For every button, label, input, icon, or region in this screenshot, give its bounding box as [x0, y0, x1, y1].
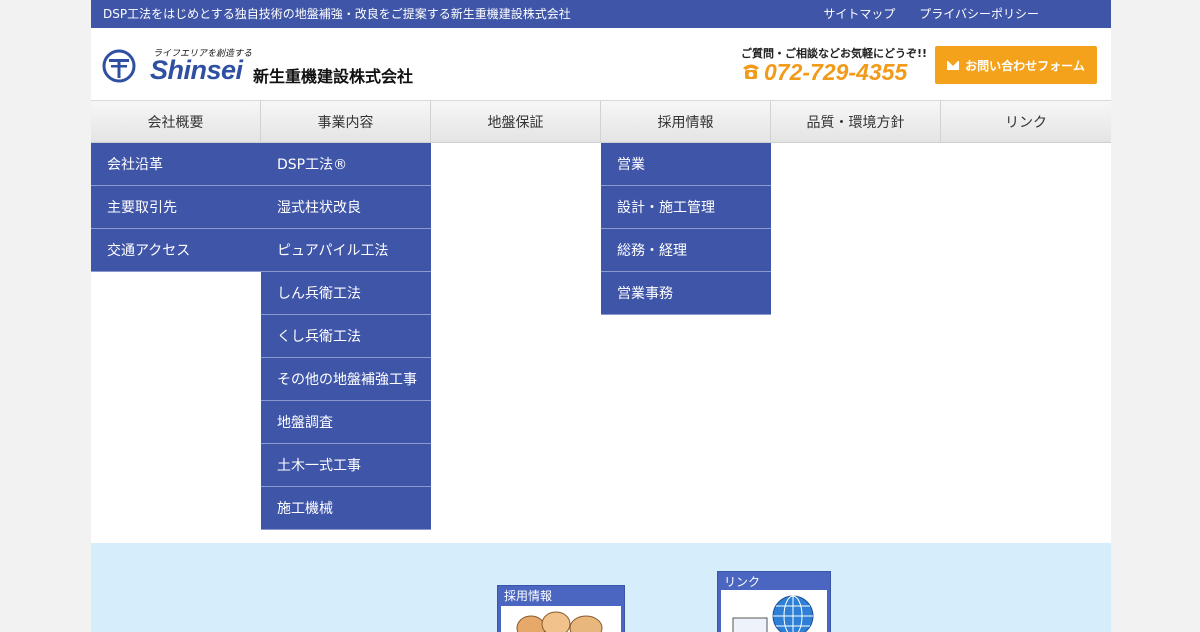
top-bar: DSP工法をはじめとする独自技術の地盤補強・改良をご提案する新生重機建設株式会社…	[91, 0, 1111, 28]
company-name: 新生重機建設株式会社	[253, 67, 414, 86]
phone-number-text: 072-729-4355	[764, 59, 908, 85]
dropdown-item-ground-survey[interactable]: 地盤調査	[261, 401, 431, 444]
nav-item-recruit[interactable]: 採用情報	[601, 101, 771, 143]
top-links: サイトマップ プライバシーポリシー	[803, 5, 1039, 22]
dropdown-item-civil-works[interactable]: 土木一式工事	[261, 444, 431, 487]
page: DSP工法をはじめとする独自技術の地盤補強・改良をご提案する新生重機建設株式会社…	[91, 0, 1111, 632]
logo-brand: Shinsei	[150, 55, 243, 85]
banner-area: 採用情報 リンク	[91, 543, 1111, 632]
phone-number[interactable]: 072-729-4355	[741, 59, 907, 86]
contact-info: ご質問・ご相談などお気軽にどうぞ!! 072-729-4355	[741, 45, 927, 86]
company-dropdown: 会社沿革 主要取引先 交通アクセス	[91, 143, 261, 272]
nav-item-company[interactable]: 会社概要	[91, 101, 261, 143]
dropdown-item-clients[interactable]: 主要取引先	[91, 186, 261, 229]
mail-icon	[947, 60, 960, 70]
dropdown-item-dsp[interactable]: DSP工法®	[261, 143, 431, 186]
dropdown-item-kushibee[interactable]: くし兵衛工法	[261, 315, 431, 358]
dropdown-item-history[interactable]: 会社沿革	[91, 143, 261, 186]
dropdown-item-general-affairs[interactable]: 総務・経理	[601, 229, 771, 272]
contact-form-button-label: お問い合わせフォーム	[965, 58, 1085, 73]
contact-form-button[interactable]: お問い合わせフォーム	[935, 46, 1097, 84]
phone-icon	[743, 64, 759, 79]
nav-item-business[interactable]: 事業内容	[261, 101, 431, 143]
dropdown-item-shinbee[interactable]: しん兵衛工法	[261, 272, 431, 315]
sitemap-link[interactable]: サイトマップ	[823, 7, 895, 21]
links-banner[interactable]: リンク	[717, 571, 831, 632]
recruit-banner[interactable]: 採用情報	[497, 585, 625, 632]
recruit-dropdown: 営業 設計・施工管理 総務・経理 営業事務	[601, 143, 771, 315]
dropdown-item-access[interactable]: 交通アクセス	[91, 229, 261, 272]
privacy-policy-link[interactable]: プライバシーポリシー	[919, 7, 1039, 21]
dropdown-item-sales-office[interactable]: 営業事務	[601, 272, 771, 315]
dropdown-item-wet-column[interactable]: 湿式柱状改良	[261, 186, 431, 229]
recruit-banner-title: 採用情報	[504, 589, 553, 603]
business-dropdown: DSP工法® 湿式柱状改良 ピュアパイル工法 しん兵衛工法 くし兵衛工法 その他…	[261, 143, 431, 530]
site-tagline: DSP工法をはじめとする独自技術の地盤補強・改良をご提案する新生重機建設株式会社	[103, 7, 571, 21]
globe-computer-icon	[732, 595, 814, 632]
people-illustration-icon	[516, 611, 603, 632]
dropdown-item-sales[interactable]: 営業	[601, 143, 771, 186]
dropdown-item-machinery[interactable]: 施工機械	[261, 487, 431, 530]
shinsei-logo-icon	[102, 49, 136, 83]
dropdown-item-pure-pile[interactable]: ピュアパイル工法	[261, 229, 431, 272]
header: ライフエリアを創造する Shinsei 新生重機建設株式会社 ご質問・ご相談など…	[91, 28, 1111, 100]
links-banner-image	[721, 590, 827, 632]
nav-item-links[interactable]: リンク	[941, 101, 1111, 143]
recruit-banner-image	[501, 606, 621, 632]
logo[interactable]: ライフエリアを創造する Shinsei 新生重機建設株式会社	[101, 44, 451, 88]
nav-item-ground-guarantee[interactable]: 地盤保証	[431, 101, 601, 143]
dropdown-item-other-ground[interactable]: その他の地盤補強工事	[261, 358, 431, 401]
nav-item-quality-policy[interactable]: 品質・環境方針	[771, 101, 941, 143]
links-banner-title: リンク	[724, 575, 761, 589]
dropdown-item-design-construction[interactable]: 設計・施工管理	[601, 186, 771, 229]
main-nav: 会社概要 事業内容 地盤保証 採用情報 品質・環境方針 リンク	[91, 100, 1111, 143]
